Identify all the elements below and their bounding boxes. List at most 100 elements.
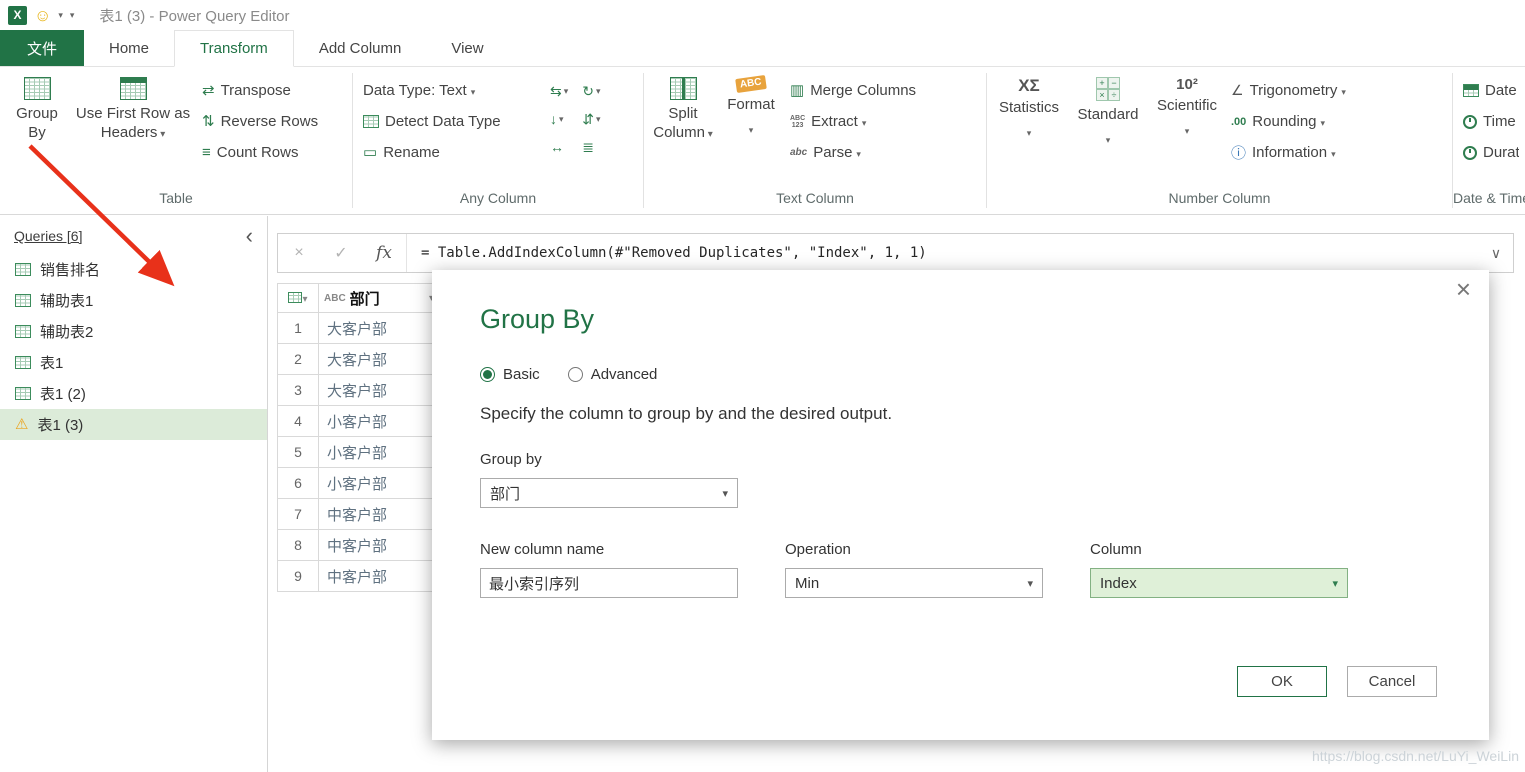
- operation-dropdown[interactable]: Min: [785, 568, 1043, 598]
- query-item-label: 辅助表2: [40, 324, 94, 341]
- cancel-formula-icon[interactable]: ×: [278, 244, 320, 262]
- query-item[interactable]: 辅助表1: [0, 285, 267, 316]
- cell-value[interactable]: 中客户部: [318, 529, 440, 561]
- split-column-icon: [669, 77, 697, 100]
- smiley-icon[interactable]: ☺: [34, 7, 51, 24]
- quick-access-caret-icon[interactable]: ▾: [70, 10, 75, 21]
- row-number[interactable]: 3: [277, 374, 319, 406]
- cell-value[interactable]: 大客户部: [318, 312, 440, 344]
- expand-formula-bar-icon[interactable]: ∨: [1479, 245, 1513, 262]
- row-number[interactable]: 1: [277, 312, 319, 344]
- parse-button[interactable]: abc Parse: [786, 139, 920, 166]
- pivot-column-icon: ↻: [582, 82, 594, 99]
- cell-value[interactable]: 小客户部: [318, 405, 440, 437]
- row-number[interactable]: 4: [277, 405, 319, 437]
- cell-value[interactable]: 中客户部: [318, 498, 440, 530]
- trigonometry-button[interactable]: ∠ Trigonometry: [1227, 77, 1350, 104]
- query-item-selected[interactable]: ⚠ 表1 (3): [0, 409, 267, 440]
- advanced-radio[interactable]: Advanced: [567, 366, 657, 383]
- replace-values-button[interactable]: ⇆: [547, 79, 571, 103]
- split-column-label: Split Column: [650, 105, 716, 143]
- row-number[interactable]: 9: [277, 560, 319, 592]
- tab-add-column[interactable]: Add Column: [294, 30, 427, 66]
- transpose-button[interactable]: ⇄ Transpose: [198, 77, 322, 104]
- mode-radio-group: Basic Advanced: [480, 366, 657, 383]
- statistics-dropdown-caret: [1027, 123, 1032, 142]
- tab-home[interactable]: Home: [84, 30, 174, 66]
- row-number[interactable]: 5: [277, 436, 319, 468]
- unpivot-columns-button[interactable]: ⇵: [579, 107, 603, 131]
- scientific-button[interactable]: 10² Scientific: [1151, 73, 1223, 140]
- rounding-button[interactable]: .00 Rounding: [1227, 108, 1350, 135]
- basic-radio[interactable]: Basic: [480, 366, 540, 383]
- data-type-label: Data Type: Text: [363, 82, 475, 99]
- convert-to-list-button[interactable]: ≣: [579, 135, 603, 159]
- use-first-row-button[interactable]: Use First Row as Headers: [72, 73, 194, 143]
- group-by-dropdown[interactable]: 部门: [480, 478, 738, 508]
- standard-op-multiply: ×: [1096, 89, 1108, 101]
- duration-button[interactable]: Duration: [1459, 139, 1519, 166]
- time-button[interactable]: Time: [1459, 108, 1519, 135]
- information-label: Information: [1252, 144, 1336, 161]
- basic-radio-input[interactable]: [480, 367, 495, 382]
- group-by-button[interactable]: Group By: [6, 73, 68, 143]
- format-icon: ABC: [735, 75, 767, 93]
- information-button[interactable]: ⓘ Information: [1227, 139, 1350, 166]
- count-rows-button[interactable]: ≡ Count Rows: [198, 139, 322, 166]
- cell-value[interactable]: 小客户部: [318, 467, 440, 499]
- cell-value[interactable]: 小客户部: [318, 436, 440, 468]
- data-type-button[interactable]: Data Type: Text: [359, 77, 537, 104]
- commit-formula-icon[interactable]: ✓: [320, 243, 362, 263]
- data-grid: ▾ ABC 部门 ▾ 1大客户部 2大客户部 3大客户部 4小客户部 5小客户部…: [277, 283, 440, 592]
- move-button[interactable]: ↔: [547, 135, 571, 159]
- tab-file[interactable]: 文件: [0, 30, 84, 66]
- parse-icon: abc: [790, 147, 808, 158]
- query-item[interactable]: 辅助表2: [0, 316, 267, 347]
- reverse-rows-button[interactable]: ⇅ Reverse Rows: [198, 108, 322, 135]
- standard-op-divide: ÷: [1108, 89, 1120, 101]
- column-dropdown[interactable]: Index: [1090, 568, 1348, 598]
- close-icon[interactable]: ×: [1456, 274, 1471, 305]
- row-number[interactable]: 2: [277, 343, 319, 375]
- grid-corner-cell[interactable]: ▾: [277, 283, 319, 313]
- duration-label: Duration: [1483, 144, 1519, 161]
- use-first-row-icon: [119, 77, 147, 100]
- extract-icon-top: ABC: [790, 114, 806, 122]
- tab-view[interactable]: View: [426, 30, 508, 66]
- cell-value[interactable]: 中客户部: [318, 560, 440, 592]
- row-number[interactable]: 7: [277, 498, 319, 530]
- query-item[interactable]: 表1 (2): [0, 378, 267, 409]
- query-table-icon: [15, 387, 31, 400]
- collapse-pane-icon[interactable]: ‹: [246, 225, 253, 247]
- convert-to-list-icon: ≣: [582, 138, 594, 155]
- pivot-column-button[interactable]: ↻: [579, 79, 603, 103]
- detect-data-type-button[interactable]: Detect Data Type: [359, 108, 537, 135]
- tab-transform[interactable]: Transform: [174, 30, 294, 67]
- watermark: https://blog.csdn.net/LuYi_WeiLin: [1311, 748, 1519, 764]
- date-button[interactable]: Date: [1459, 77, 1519, 104]
- extract-button[interactable]: ABC 123 Extract: [786, 108, 920, 135]
- window-title: 表1 (3) - Power Query Editor: [99, 7, 290, 25]
- query-item[interactable]: 销售排名: [0, 254, 267, 285]
- format-button[interactable]: ABC Format: [720, 73, 782, 139]
- cancel-button[interactable]: Cancel: [1347, 666, 1437, 697]
- row-number[interactable]: 6: [277, 467, 319, 499]
- row-number[interactable]: 8: [277, 529, 319, 561]
- advanced-radio-input[interactable]: [567, 367, 583, 382]
- column-header[interactable]: ABC 部门 ▾: [318, 283, 440, 313]
- cell-value[interactable]: 大客户部: [318, 374, 440, 406]
- fill-button[interactable]: ↓: [547, 107, 571, 131]
- statistics-button[interactable]: ΧΣ Statistics: [993, 73, 1065, 142]
- cell-value[interactable]: 大客户部: [318, 343, 440, 375]
- smiley-dropdown-caret[interactable]: ▾: [58, 10, 63, 21]
- formula-input[interactable]: = Table.AddIndexColumn(#"Removed Duplica…: [421, 245, 1479, 261]
- fill-icon: ↓: [550, 111, 557, 127]
- new-column-name-input[interactable]: [480, 568, 738, 598]
- rename-button[interactable]: ▭ Rename: [359, 139, 537, 166]
- merge-columns-button[interactable]: ▥ Merge Columns: [786, 77, 920, 104]
- split-column-button[interactable]: Split Column: [650, 73, 716, 143]
- standard-button[interactable]: + − × ÷ Standard: [1069, 73, 1147, 149]
- ok-button[interactable]: OK: [1237, 666, 1327, 697]
- query-item[interactable]: 表1: [0, 347, 267, 378]
- query-item-label: 表1: [40, 355, 64, 372]
